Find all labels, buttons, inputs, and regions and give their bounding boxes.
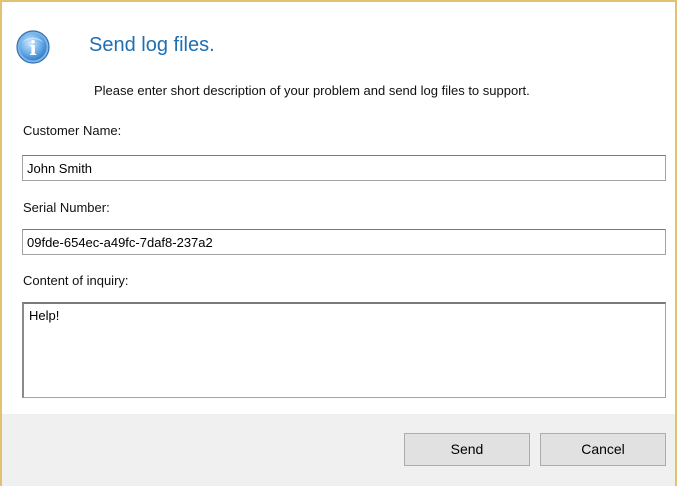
dialog-title: Send log files. bbox=[89, 34, 215, 56]
inquiry-textarea[interactable]: Help! bbox=[22, 302, 666, 398]
info-icon: i bbox=[16, 30, 50, 64]
serial-number-input[interactable] bbox=[22, 229, 666, 255]
serial-number-label: Serial Number: bbox=[23, 200, 110, 215]
cancel-button[interactable]: Cancel bbox=[540, 433, 666, 466]
customer-name-label: Customer Name: bbox=[23, 123, 122, 138]
send-button[interactable]: Send bbox=[404, 433, 530, 466]
svg-text:i: i bbox=[29, 36, 37, 60]
instruction-text: Please enter short description of your p… bbox=[94, 83, 530, 98]
customer-name-input[interactable] bbox=[22, 155, 666, 181]
inquiry-label: Content of inquiry: bbox=[23, 273, 129, 288]
